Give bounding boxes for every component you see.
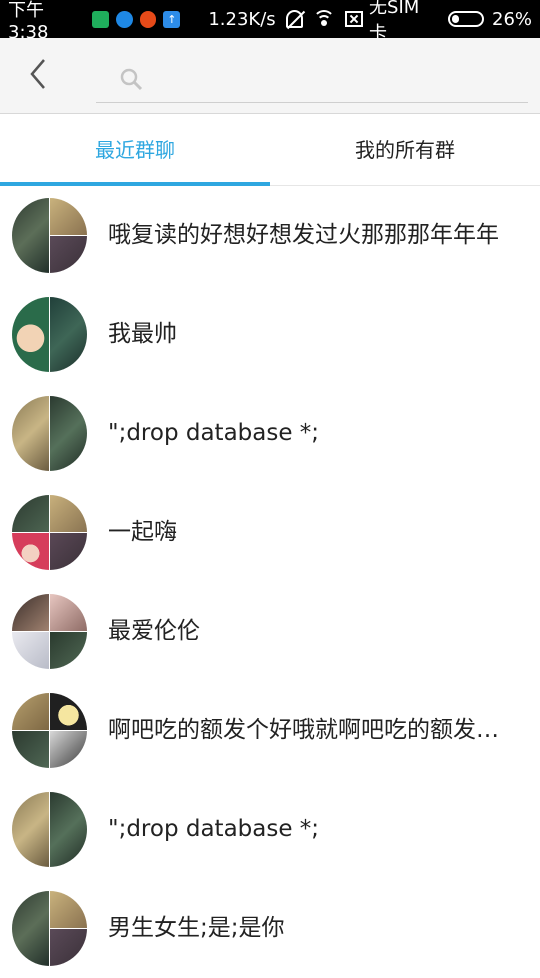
group-name: 一起嗨 [108, 519, 177, 545]
group-name: 啊吧吃的额发个好哦就啊吧吃的额发个好 [108, 717, 518, 743]
group-avatar [12, 495, 87, 570]
list-item[interactable]: 最爱伦伦 [0, 582, 540, 681]
list-item[interactable]: 哦复读的好想好想发过火那那那年年年 [0, 186, 540, 285]
alert-notification-icon [139, 10, 157, 28]
group-avatar [12, 198, 87, 273]
battery-icon [448, 11, 484, 27]
tab-recent-groups[interactable]: 最近群聊 [0, 114, 270, 186]
group-avatar [12, 693, 87, 768]
group-name: 我最帅 [108, 321, 177, 347]
group-avatar [12, 594, 87, 669]
list-item[interactable]: 男生女生;是;是你 [0, 879, 540, 978]
back-button[interactable] [24, 56, 54, 92]
tab-bar: 最近群聊 我的所有群 [0, 114, 540, 186]
group-name: ";drop database *; [108, 420, 320, 446]
search-input[interactable] [152, 62, 516, 96]
battery-percent: 26% [492, 8, 533, 30]
group-avatar [12, 891, 87, 966]
network-speed: 1.23K/s [208, 8, 276, 30]
list-item[interactable]: ";drop database *; [0, 384, 540, 483]
upload-notification-icon: ↑ [163, 10, 181, 28]
group-name: 最爱伦伦 [108, 618, 200, 644]
list-item[interactable]: 我最帅 [0, 285, 540, 384]
search-header [0, 38, 540, 114]
wifi-icon [313, 10, 336, 28]
list-item[interactable]: 啊吧吃的额发个好哦就啊吧吃的额发个好 [0, 681, 540, 780]
no-sim-icon [345, 11, 364, 27]
group-name: ";drop database *; [108, 816, 320, 842]
app-notification-icon [91, 10, 109, 28]
group-name: 哦复读的好想好想发过火那那那年年年 [108, 222, 499, 248]
status-bar: 下午3:38 ↑ 1.23K/s 无SIM卡 26% [0, 0, 540, 44]
search-icon [120, 68, 143, 91]
tab-all-groups[interactable]: 我的所有群 [270, 114, 540, 186]
list-item[interactable]: ";drop database *; [0, 780, 540, 879]
group-avatar [12, 297, 87, 372]
chevron-left-icon [30, 59, 45, 89]
list-item[interactable]: 一起嗨 [0, 483, 540, 582]
group-list: 哦复读的好想好想发过火那那那年年年 我最帅 ";drop database *;… [0, 186, 540, 978]
search-box[interactable] [96, 56, 528, 103]
browser-notification-icon [115, 10, 133, 28]
group-name: 男生女生;是;是你 [108, 915, 285, 941]
group-avatar [12, 396, 87, 471]
mute-bell-icon [285, 10, 304, 28]
group-avatar [12, 792, 87, 867]
status-time: 下午3:38 [8, 0, 49, 43]
